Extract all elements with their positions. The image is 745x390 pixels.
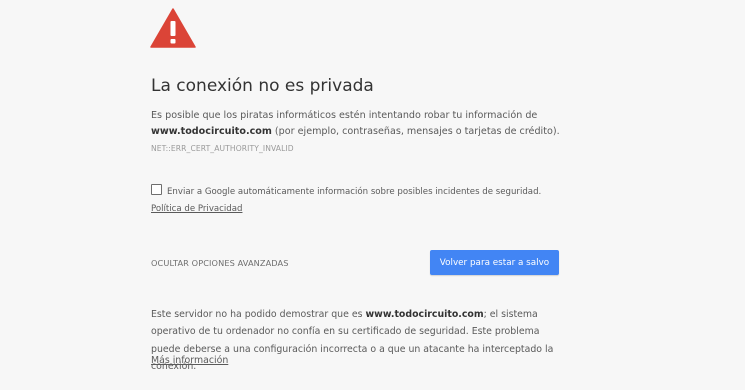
optin-label: Enviar a Google automáticamente informac…: [167, 187, 542, 197]
security-interstitial: La conexión no es privada Es posible que…: [0, 0, 745, 390]
optin-checkbox[interactable]: [151, 184, 162, 195]
page-title: La conexión no es privada: [151, 76, 374, 96]
hide-advanced-button[interactable]: OCULTAR OPCIONES AVANZADAS: [151, 258, 289, 268]
back-to-safety-button[interactable]: Volver para estar a salvo: [430, 250, 559, 275]
warning-triangle-icon: [150, 8, 196, 48]
details-text-before: Este servidor no ha podido demostrar que…: [151, 309, 366, 320]
main-description: Es posible que los piratas informáticos …: [151, 108, 581, 140]
error-code: NET::ERR_CERT_AUTHORITY_INVALID: [151, 144, 294, 153]
description-text-before: Es posible que los piratas informáticos …: [151, 110, 538, 121]
description-text-after: (por ejemplo, contraseñas, mensajes o ta…: [271, 126, 560, 137]
privacy-policy-link[interactable]: Política de Privacidad: [151, 204, 242, 214]
description-domain: www.todocircuito.com: [151, 126, 272, 137]
safe-browsing-optin: Enviar a Google automáticamente informac…: [151, 184, 571, 218]
details-domain: www.todocircuito.com: [365, 309, 484, 320]
more-info-link[interactable]: Más información: [151, 355, 228, 366]
